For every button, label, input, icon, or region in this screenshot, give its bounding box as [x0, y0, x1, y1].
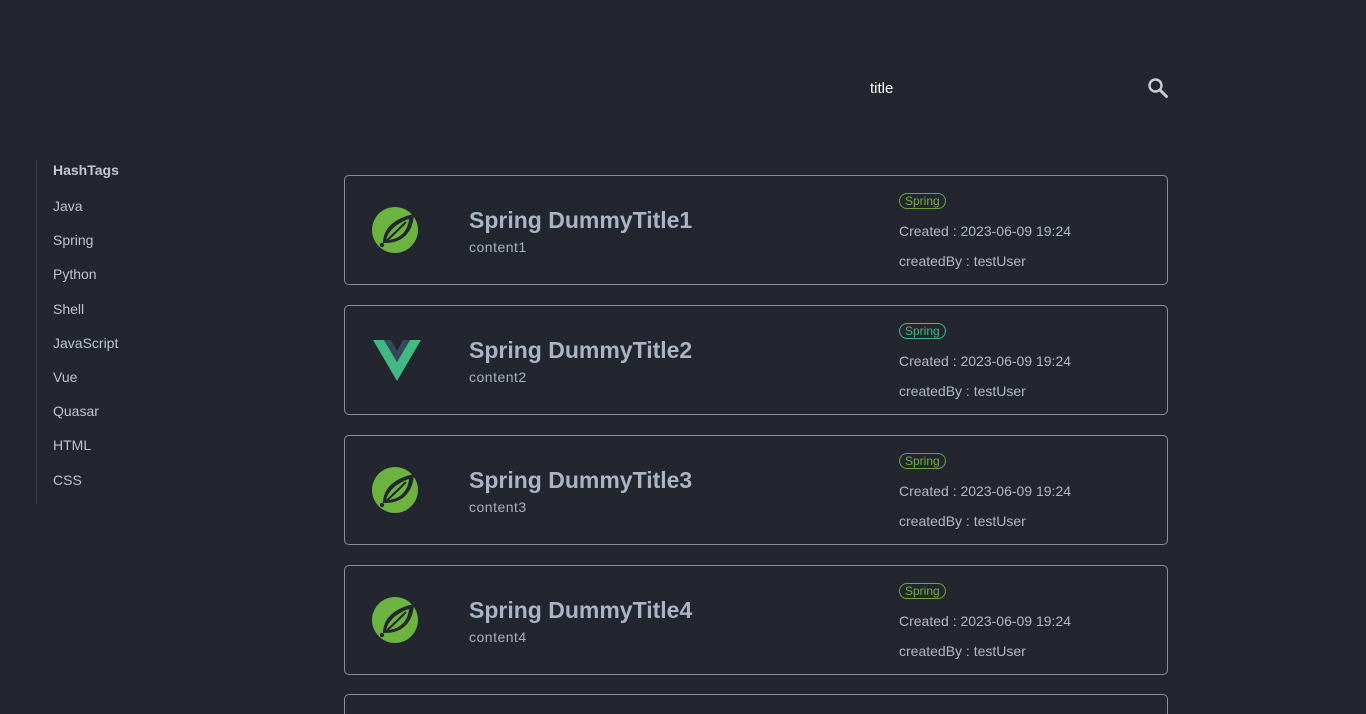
- post-content: content3: [469, 499, 527, 515]
- created-date: Created : 2023-06-09 19:24: [899, 353, 1072, 369]
- tag-badge[interactable]: Spring: [899, 453, 946, 469]
- tag-badge[interactable]: Spring: [899, 193, 946, 209]
- sidebar-item-css[interactable]: CSS: [53, 472, 82, 488]
- post-card[interactable]: Spring DummyTitle1 content1 Spring Creat…: [344, 175, 1168, 285]
- spring-logo-icon: [372, 207, 418, 253]
- created-by: createdBy : testUser: [899, 253, 1026, 269]
- spring-logo-icon: [372, 597, 418, 643]
- vue-logo-icon: [373, 340, 421, 381]
- search-bar: [868, 70, 1170, 106]
- sidebar-item-java[interactable]: Java: [53, 198, 83, 214]
- sidebar-item-shell[interactable]: Shell: [53, 301, 84, 317]
- post-content: content1: [469, 239, 527, 255]
- search-icon[interactable]: [1146, 76, 1170, 100]
- search-input[interactable]: [868, 70, 1138, 106]
- post-title: Spring DummyTitle3: [469, 467, 693, 493]
- post-title: Spring DummyTitle4: [469, 597, 693, 623]
- sidebar-item-html[interactable]: HTML: [53, 437, 91, 453]
- post-card-partial[interactable]: [344, 694, 1168, 714]
- sidebar-item-javascript[interactable]: JavaScript: [53, 335, 118, 351]
- sidebar-item-vue[interactable]: Vue: [53, 369, 77, 385]
- created-date: Created : 2023-06-09 19:24: [899, 613, 1072, 629]
- created-by: createdBy : testUser: [899, 383, 1026, 399]
- tag-badge[interactable]: Spring: [899, 583, 946, 599]
- post-title: Spring DummyTitle2: [469, 337, 693, 363]
- created-by: createdBy : testUser: [899, 643, 1026, 659]
- post-content: content4: [469, 629, 527, 645]
- sidebar-item-quasar[interactable]: Quasar: [53, 403, 99, 419]
- hashtag-sidebar: HashTags Java Spring Python Shell JavaSc…: [36, 160, 237, 504]
- created-date: Created : 2023-06-09 19:24: [899, 483, 1072, 499]
- post-title: Spring DummyTitle1: [469, 207, 693, 233]
- post-card[interactable]: Spring DummyTitle3 content3 Spring Creat…: [344, 435, 1168, 545]
- post-card[interactable]: Spring DummyTitle2 content2 Spring Creat…: [344, 305, 1168, 415]
- sidebar-item-python[interactable]: Python: [53, 266, 97, 282]
- created-by: createdBy : testUser: [899, 513, 1026, 529]
- sidebar-item-spring[interactable]: Spring: [53, 232, 93, 248]
- post-content: content2: [469, 369, 527, 385]
- spring-logo-icon: [372, 467, 418, 513]
- post-card[interactable]: Spring DummyTitle4 content4 Spring Creat…: [344, 565, 1168, 675]
- created-date: Created : 2023-06-09 19:24: [899, 223, 1072, 239]
- tag-badge[interactable]: Spring: [899, 323, 946, 339]
- sidebar-title: HashTags: [53, 162, 119, 178]
